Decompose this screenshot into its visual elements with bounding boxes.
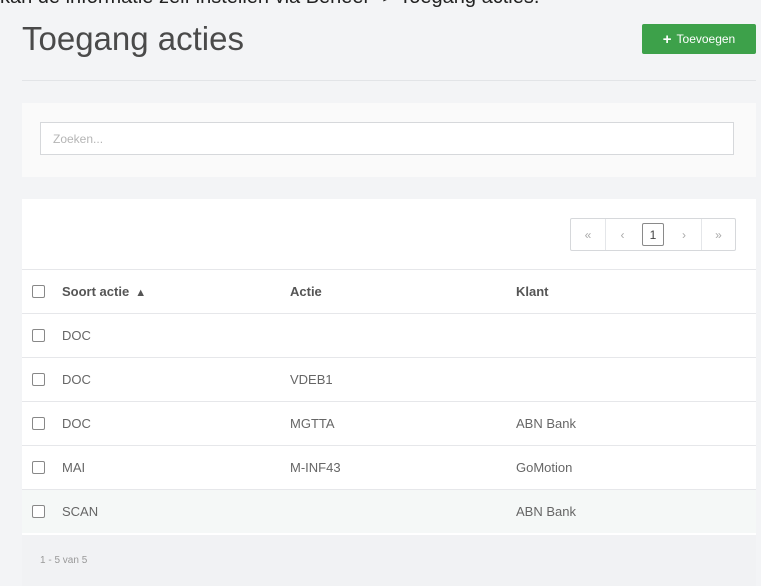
first-page-button[interactable]: « xyxy=(571,219,605,250)
cell-actie: MGTTA xyxy=(290,416,335,431)
table-header: Soort actie ▲ Actie Klant xyxy=(22,269,756,313)
sort-ascending-icon: ▲ xyxy=(135,287,147,299)
cell-actie: VDEB1 xyxy=(290,372,333,387)
table-row[interactable]: DOC MGTTA ABN Bank xyxy=(22,401,756,445)
prev-page-button[interactable]: ‹ xyxy=(605,219,639,250)
plus-icon: + xyxy=(662,30,672,48)
last-page-button[interactable]: » xyxy=(701,219,735,250)
title-divider xyxy=(22,80,756,81)
results-count: 1 - 5 van 5 xyxy=(22,535,756,586)
cell-actie: M-INF43 xyxy=(290,460,341,475)
row-checkbox[interactable] xyxy=(32,329,45,342)
cell-klant: GoMotion xyxy=(516,460,573,475)
pagination: « ‹ 1 › » xyxy=(570,218,736,251)
page-title: Toegang acties xyxy=(22,20,244,57)
cell-klant: ABN Bank xyxy=(516,504,576,519)
cell-soort-actie: DOC xyxy=(62,416,91,431)
row-checkbox[interactable] xyxy=(32,505,45,518)
column-header-klant[interactable]: Klant xyxy=(516,284,716,299)
cell-soort-actie: SCAN xyxy=(62,504,99,519)
select-all-checkbox[interactable] xyxy=(32,285,45,298)
row-checkbox[interactable] xyxy=(32,417,45,430)
table-row[interactable]: SCAN ABN Bank xyxy=(22,489,756,533)
table-row[interactable]: DOC xyxy=(22,313,756,357)
top-caption: kan de informatie zelf instellen via Beh… xyxy=(0,0,761,9)
cell-soort-actie: DOC xyxy=(62,328,91,343)
cell-soort-actie: MAI xyxy=(62,460,86,475)
search-card xyxy=(22,103,756,177)
search-input[interactable] xyxy=(40,122,734,155)
column-header-actie[interactable]: Actie xyxy=(290,284,516,299)
add-button[interactable]: + Toevoegen xyxy=(642,24,756,54)
row-checkbox[interactable] xyxy=(32,373,45,386)
cell-soort-actie: DOC xyxy=(62,372,91,387)
row-checkbox[interactable] xyxy=(32,461,45,474)
column-header-soort-actie[interactable]: Soort actie ▲ xyxy=(62,284,290,299)
next-page-button[interactable]: › xyxy=(667,219,701,250)
table-row[interactable]: DOC VDEB1 xyxy=(22,357,756,401)
page-1-button[interactable]: 1 xyxy=(642,223,664,246)
cell-klant: ABN Bank xyxy=(516,416,576,431)
table-row[interactable]: MAI M-INF43 GoMotion xyxy=(22,445,756,489)
add-button-label: Toevoegen xyxy=(676,32,736,46)
table-card: « ‹ 1 › » Soort actie ▲ Actie Klant DOC D… xyxy=(22,199,756,586)
